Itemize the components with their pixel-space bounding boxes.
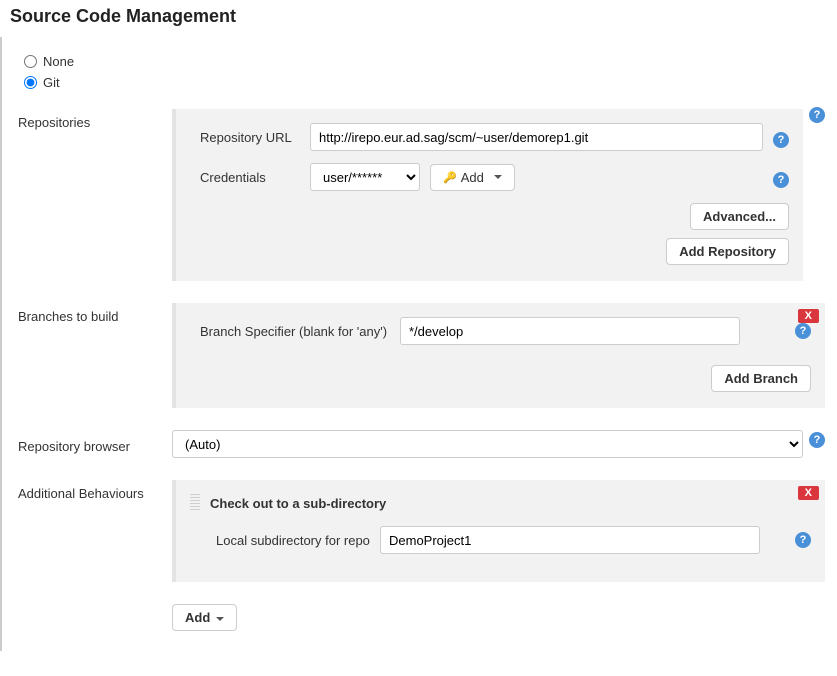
add-credentials-button[interactable]: 🔑 Add xyxy=(430,164,515,191)
credentials-label: Credentials xyxy=(190,170,300,185)
help-icon[interactable]: ? xyxy=(809,107,825,123)
subdir-input[interactable] xyxy=(380,526,760,554)
help-icon[interactable]: ? xyxy=(795,323,811,339)
scm-option-none[interactable]: None xyxy=(24,51,825,72)
add-credentials-label: Add xyxy=(461,170,484,185)
help-icon[interactable]: ? xyxy=(773,172,789,188)
delete-branch-button[interactable]: X xyxy=(798,309,819,323)
drag-handle-icon[interactable] xyxy=(190,494,200,512)
repo-browser-select[interactable]: (Auto) xyxy=(172,430,803,458)
repo-url-label: Repository URL xyxy=(190,130,300,145)
branches-panel: X Branch Specifier (blank for 'any') ? A… xyxy=(172,303,825,408)
advanced-button[interactable]: Advanced... xyxy=(690,203,789,230)
help-icon[interactable]: ? xyxy=(809,432,825,448)
behaviours-label: Additional Behaviours xyxy=(14,480,162,631)
add-behaviour-button[interactable]: Add xyxy=(172,604,237,631)
checkout-subdir-title: Check out to a sub-directory xyxy=(210,496,386,511)
scm-option-git[interactable]: Git xyxy=(24,72,825,93)
branch-specifier-label: Branch Specifier (blank for 'any') xyxy=(190,324,390,339)
branch-specifier-input[interactable] xyxy=(400,317,740,345)
subdir-label: Local subdirectory for repo xyxy=(190,533,370,548)
branches-label: Branches to build xyxy=(14,303,162,408)
add-branch-button[interactable]: Add Branch xyxy=(711,365,811,392)
delete-behaviour-button[interactable]: X xyxy=(798,486,819,500)
radio-none[interactable] xyxy=(24,55,37,68)
add-repository-button[interactable]: Add Repository xyxy=(666,238,789,265)
radio-none-label: None xyxy=(43,54,74,69)
credentials-select[interactable]: user/****** xyxy=(310,163,420,191)
scm-radio-group: None Git xyxy=(14,45,825,101)
help-icon[interactable]: ? xyxy=(795,532,811,548)
repo-browser-label: Repository browser xyxy=(14,435,162,454)
repositories-panel: Repository URL ? Credentials user/******… xyxy=(172,109,803,281)
behaviours-panel: X Check out to a sub-directory Local sub… xyxy=(172,480,825,582)
help-icon[interactable]: ? xyxy=(773,132,789,148)
repositories-label: Repositories xyxy=(14,109,162,281)
repo-url-input[interactable] xyxy=(310,123,763,151)
radio-git-label: Git xyxy=(43,75,60,90)
key-icon: 🔑 xyxy=(443,171,457,184)
radio-git[interactable] xyxy=(24,76,37,89)
page-title: Source Code Management xyxy=(0,0,837,37)
